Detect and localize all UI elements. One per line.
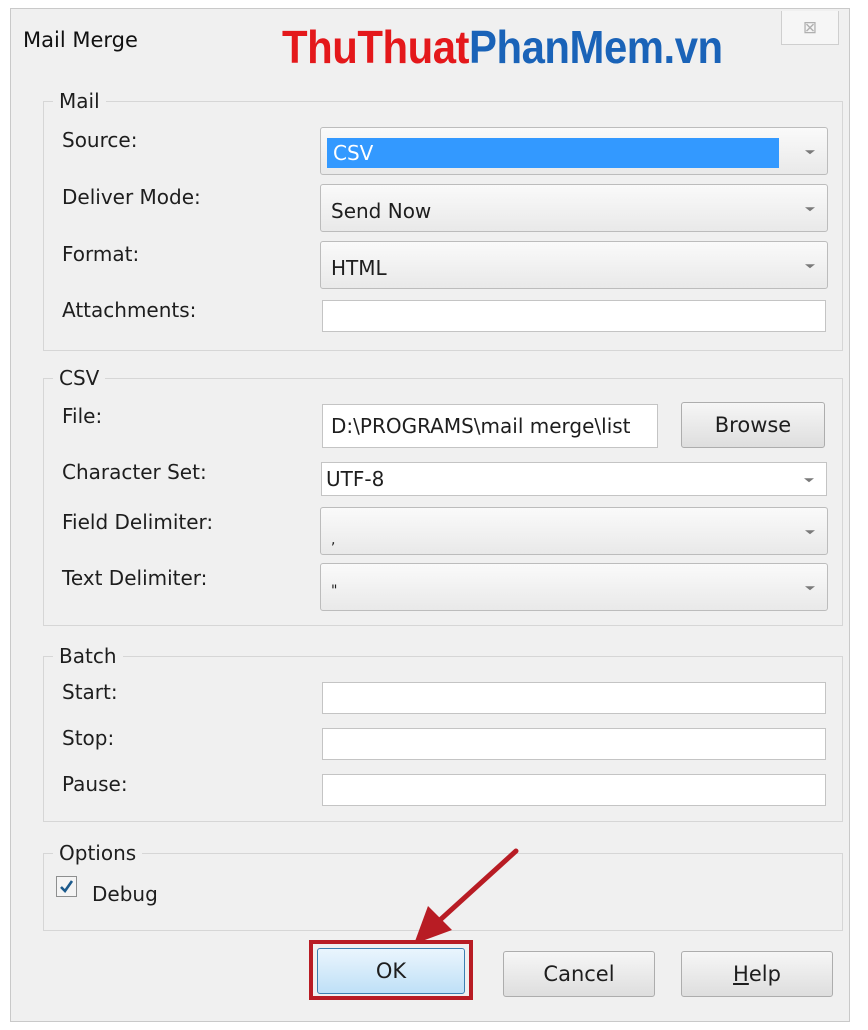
annotation-arrow-icon (414, 848, 519, 944)
